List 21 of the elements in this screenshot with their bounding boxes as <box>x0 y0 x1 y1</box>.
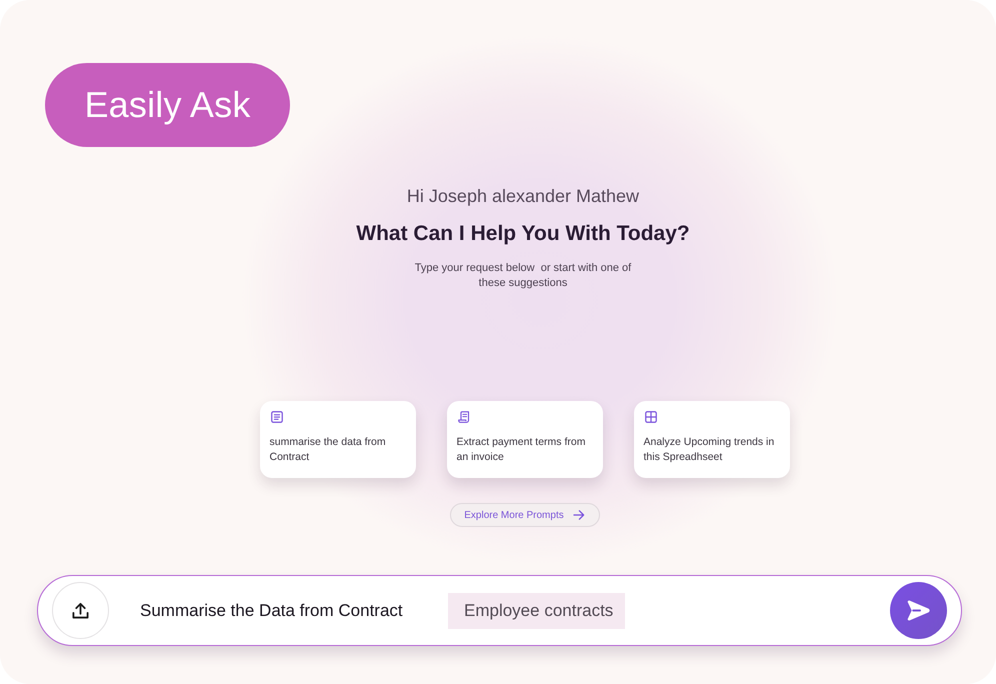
subtitle-text: Type your request below or start with one of these suggestions <box>414 261 632 291</box>
document-icon <box>270 411 282 423</box>
heading: What Can I Help You With Today? <box>356 221 690 247</box>
suggestion-text: Extract payment terms from an invoice <box>456 435 586 465</box>
explore-prompts-button[interactable]: Explore More Prompts <box>450 503 600 527</box>
greeting-text: Hi Joseph alexander Mathew <box>406 185 640 207</box>
suggestion-card[interactable]: summarise the data from Contract <box>260 401 416 478</box>
context-chip[interactable]: Employee contracts <box>448 592 625 628</box>
receipt-icon <box>458 411 470 423</box>
suggestion-text: summarise the data from Contract <box>270 435 387 465</box>
send-button[interactable] <box>890 582 947 639</box>
suggestion-card[interactable]: Analyze Upcoming trends in this Spreadhseet <box>634 401 790 478</box>
arrow-right-icon <box>572 510 585 520</box>
send-icon <box>906 599 931 622</box>
upload-icon <box>72 602 89 619</box>
upload-button[interactable] <box>52 582 109 639</box>
suggestion-card[interactable]: Extract payment terms from an invoice <box>446 401 602 478</box>
grid-icon <box>644 411 656 423</box>
title-badge: Easily Ask <box>45 63 290 147</box>
prompt-input[interactable]: Summarise the Data from Contract <box>140 598 407 622</box>
suggestion-text: Analyze Upcoming trends in this Spreadhseet <box>644 435 776 465</box>
